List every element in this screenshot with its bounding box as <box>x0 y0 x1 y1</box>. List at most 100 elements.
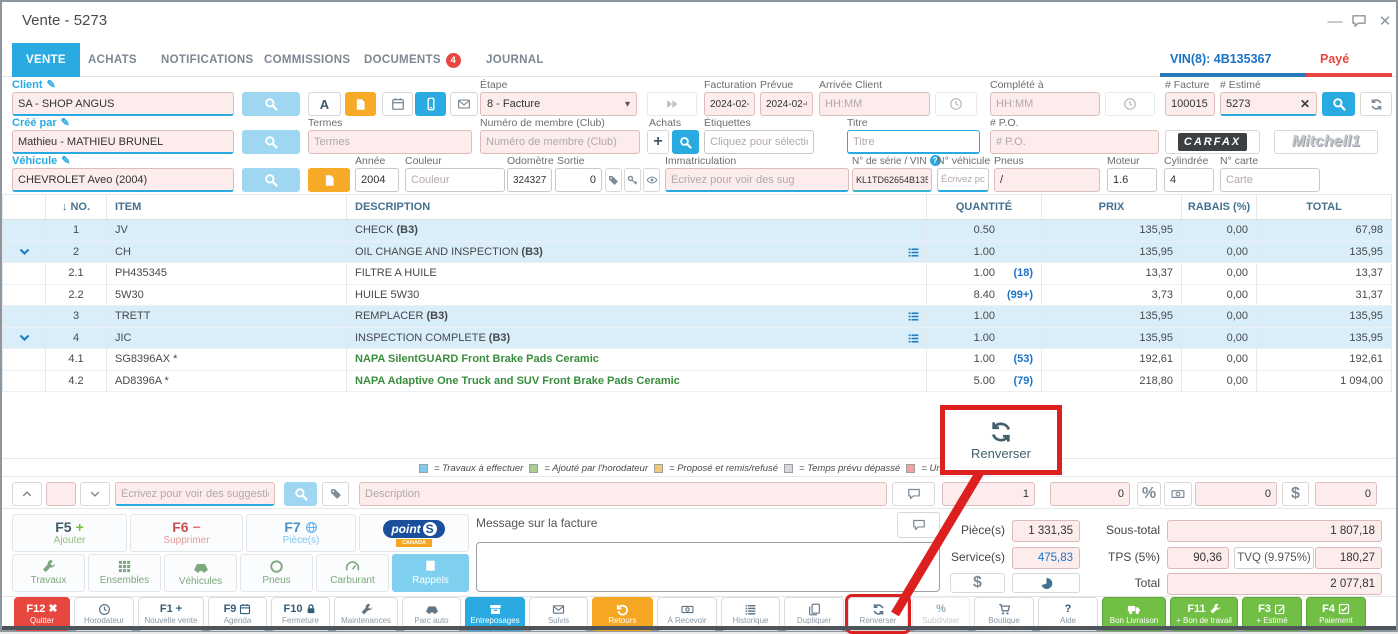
next-line-button[interactable] <box>80 482 110 506</box>
stock-link[interactable]: (18) <box>995 267 1033 279</box>
client-email-button[interactable] <box>450 92 478 116</box>
moteur-input[interactable] <box>1107 168 1157 192</box>
etiquettes-input[interactable] <box>704 130 814 154</box>
table-row[interactable]: 2.1 PH435345 FILTRE A HUILE 1.00(18) 13,… <box>2 263 1392 285</box>
f5-add-button[interactable]: F5+Ajouter <box>12 514 127 552</box>
client-phone-button[interactable] <box>415 92 446 116</box>
expand-chevron-icon[interactable] <box>18 331 31 344</box>
header-item[interactable]: ITEM <box>107 195 347 219</box>
edit-icon[interactable]: ✎ <box>47 79 56 92</box>
stock-link[interactable]: (53) <box>995 353 1033 365</box>
achats-search-button[interactable] <box>672 130 699 154</box>
category-travaux[interactable]: Travaux <box>12 554 85 592</box>
header-rabais[interactable]: RABAIS (%) <box>1182 195 1257 219</box>
item-tag-button[interactable] <box>322 482 349 506</box>
category-rappels[interactable]: Rappels <box>392 554 469 592</box>
f6-delete-button[interactable]: F6−Supprimer <box>130 514 243 552</box>
view-button[interactable] <box>643 168 660 192</box>
dollar-button[interactable]: $ <box>1282 482 1309 506</box>
num-facture-input[interactable] <box>1165 92 1215 116</box>
line-comment-button[interactable] <box>892 482 935 506</box>
work-list-icon[interactable] <box>907 310 920 323</box>
arrivee-client-input[interactable] <box>819 92 930 116</box>
line-number-input[interactable] <box>46 482 76 506</box>
prevue-input[interactable] <box>760 92 813 116</box>
vin-link[interactable]: VIN(8): 4B135367 <box>1170 52 1271 66</box>
cree-par-input[interactable] <box>12 130 234 154</box>
invoice-message-textarea[interactable] <box>476 542 940 592</box>
etape-select[interactable]: 8 - Facture▾ <box>480 92 637 116</box>
tab-achats[interactable]: ACHATS <box>74 43 151 77</box>
line-qty-input[interactable] <box>942 482 1035 506</box>
vin-input[interactable] <box>852 168 932 192</box>
keys-button[interactable] <box>624 168 641 192</box>
stock-link[interactable]: (99+) <box>995 289 1033 301</box>
achats-add-button[interactable]: + <box>647 130 669 154</box>
pneus-input[interactable] <box>994 168 1100 192</box>
percent-button[interactable]: % <box>1137 482 1161 506</box>
carfax-button[interactable]: CARFAX <box>1165 130 1260 154</box>
vehicule-note-button[interactable] <box>308 168 350 192</box>
table-row[interactable]: 3 TRETT REMPLACER (B3) 1.00 135,95 0,00 … <box>2 306 1392 328</box>
work-list-icon[interactable] <box>907 246 920 259</box>
table-row[interactable]: 4.2 AD8396A * NAPA Adaptive One Truck an… <box>2 371 1392 393</box>
category-carburant[interactable]: Carburant <box>316 554 389 592</box>
prev-line-button[interactable] <box>12 482 42 506</box>
chat-button[interactable] <box>1348 10 1370 32</box>
immatriculation-input[interactable] <box>665 168 849 192</box>
cylindree-input[interactable] <box>1164 168 1214 192</box>
discount-type-button[interactable] <box>1164 482 1192 506</box>
estime-search-button[interactable] <box>1322 92 1355 116</box>
points-supplier-button[interactable]: pointS CANADA <box>359 514 469 552</box>
odometre-input[interactable] <box>507 168 552 192</box>
estime-refresh-button[interactable] <box>1360 92 1392 116</box>
next-step-button[interactable] <box>647 92 697 116</box>
close-button[interactable]: ✕ <box>1374 10 1396 32</box>
line-amount-input[interactable] <box>1315 482 1377 506</box>
edit-icon[interactable]: ✎ <box>61 117 70 130</box>
minimize-button[interactable]: — <box>1324 10 1346 32</box>
tab-documents[interactable]: DOCUMENTS4 <box>350 43 475 77</box>
table-row[interactable]: 2.2 5W30 HUILE 5W30 8.40(99+) 3,73 0,00 … <box>2 285 1392 307</box>
cree-par-search-button[interactable] <box>242 130 300 154</box>
termes-input[interactable] <box>308 130 472 154</box>
facturation-input[interactable] <box>704 92 755 116</box>
client-info-button[interactable]: A <box>308 92 341 116</box>
line-description-input[interactable] <box>359 482 887 506</box>
tab-commissions[interactable]: COMMISSIONS <box>250 43 364 77</box>
header-quantite[interactable]: QUANTITÉ <box>927 195 1042 219</box>
line-discount-input[interactable] <box>1195 482 1277 506</box>
stock-link[interactable]: (79) <box>995 375 1033 387</box>
vehicule-input[interactable] <box>12 168 234 192</box>
membre-input[interactable] <box>480 130 640 154</box>
edit-icon[interactable]: ✎ <box>61 155 70 168</box>
pie-chart-button[interactable] <box>1012 573 1080 593</box>
category-pneus[interactable]: Pneus <box>240 554 313 592</box>
header-no[interactable]: ↓NO. <box>46 195 107 219</box>
f7-parts-button[interactable]: F7Pièce(s) <box>246 514 356 552</box>
couleur-input[interactable] <box>405 168 505 192</box>
line-price-input[interactable] <box>1050 482 1130 506</box>
sortie-input[interactable] <box>555 168 602 192</box>
client-calendar-button[interactable] <box>382 92 413 116</box>
table-row[interactable]: 2 CH OIL CHANGE AND INSPECTION (B3) 1.00… <box>2 242 1392 264</box>
complete-a-input[interactable] <box>990 92 1100 116</box>
client-search-button[interactable] <box>242 92 300 116</box>
item-search-button[interactable] <box>284 482 317 506</box>
arrivee-clock-button[interactable] <box>935 92 977 116</box>
category-vehicules[interactable]: Véhicules <box>164 554 237 592</box>
table-row[interactable]: 1 JV CHECK (B3) 0.50 135,95 0,00 67,98 <box>2 220 1392 242</box>
client-input[interactable] <box>12 92 234 116</box>
carte-input[interactable] <box>1220 168 1320 192</box>
annee-input[interactable] <box>355 168 399 192</box>
header-total[interactable]: TOTAL <box>1257 195 1392 219</box>
clear-estime-icon[interactable]: ✕ <box>1300 97 1310 111</box>
header-description[interactable]: DESCRIPTION <box>347 195 927 219</box>
table-row[interactable]: 4.1 SG8396AX * NAPA SilentGUARD Front Br… <box>2 349 1392 371</box>
expand-chevron-icon[interactable] <box>18 245 31 258</box>
titre-input[interactable] <box>847 130 980 154</box>
complete-clock-button[interactable] <box>1105 92 1155 116</box>
work-list-icon[interactable] <box>907 332 920 345</box>
item-suggestion-input[interactable] <box>115 482 275 506</box>
po-input[interactable] <box>990 130 1159 154</box>
